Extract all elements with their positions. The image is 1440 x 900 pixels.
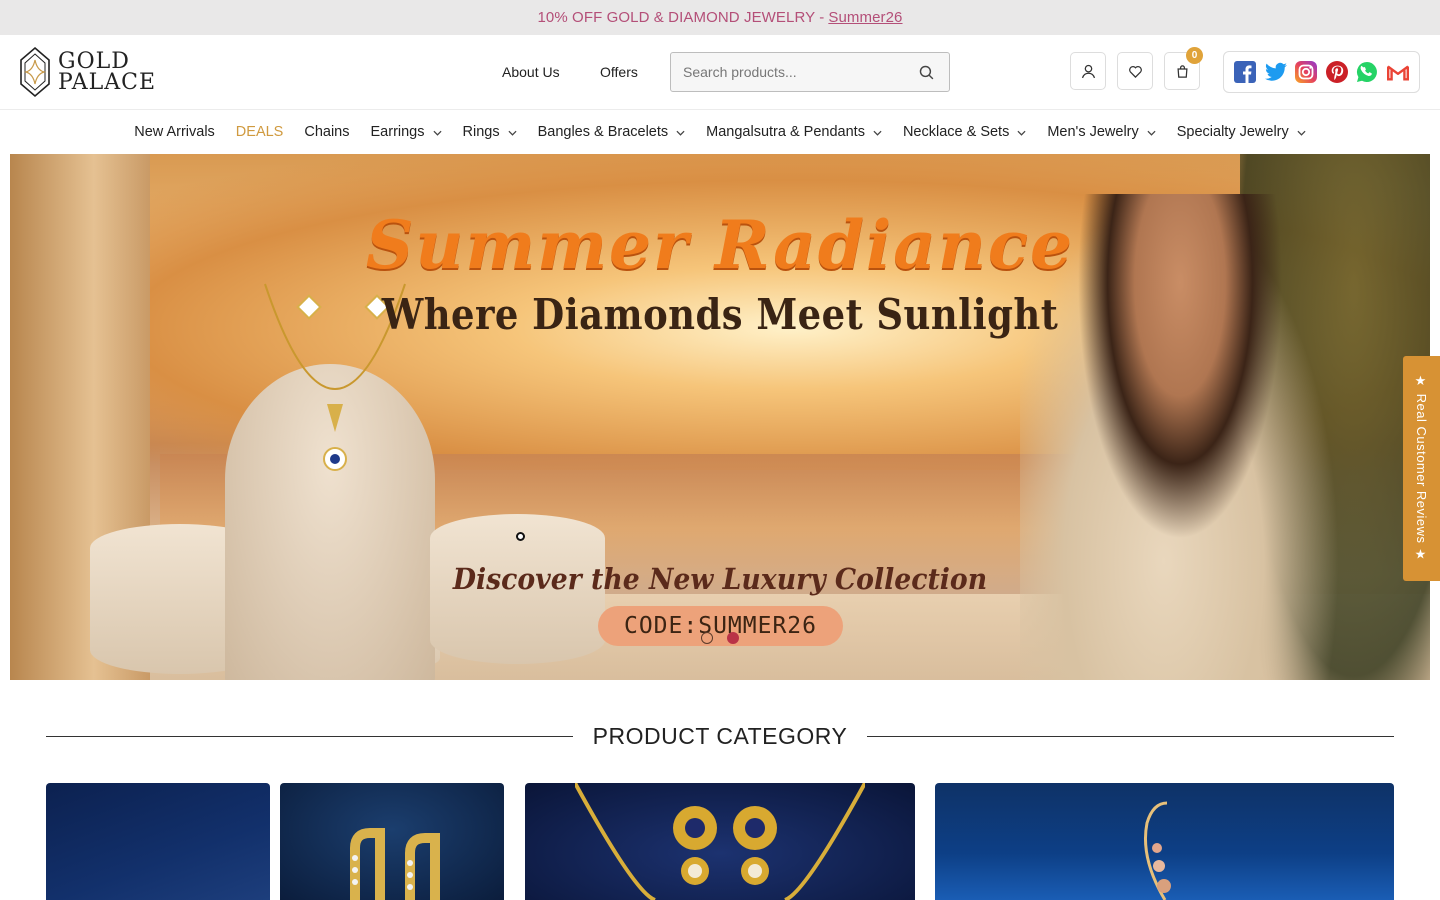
reviews-tab-label: ★ Real Customer Reviews ★	[1414, 373, 1429, 564]
bangle-image	[1143, 801, 1171, 900]
nav-rings[interactable]: Rings	[463, 124, 517, 140]
chevron-down-icon	[873, 130, 882, 136]
hero-tagline: Discover the New Luxury Collection	[452, 562, 988, 596]
promo-code-link[interactable]: Summer26	[828, 9, 902, 26]
search-button[interactable]	[903, 53, 949, 91]
hero-subtitle: Where Diamonds Meet Sunlight	[381, 290, 1059, 339]
chevron-down-icon	[508, 130, 517, 136]
chevron-down-icon	[432, 130, 442, 136]
user-icon	[1081, 64, 1095, 78]
chevron-down-icon	[1297, 130, 1306, 136]
twitter-icon[interactable]	[1264, 61, 1287, 83]
nav-new-arrivals[interactable]: New Arrivals	[134, 124, 215, 140]
hero-banner[interactable]: Summer Radiance Where Diamonds Meet Sunl…	[10, 154, 1430, 680]
wishlist-button[interactable]	[1117, 52, 1153, 90]
nav-bangles-bracelets[interactable]: Bangles & Bracelets	[538, 124, 686, 140]
cursor-indicator	[516, 532, 525, 541]
nav-earrings[interactable]: Earrings	[371, 124, 442, 140]
hero-title: Summer Radiance	[365, 206, 1075, 284]
gmail-icon[interactable]	[1386, 61, 1409, 83]
carousel-dot-2[interactable]	[727, 632, 739, 644]
search-box	[670, 52, 950, 92]
category-card[interactable]	[280, 783, 504, 900]
facebook-icon[interactable]	[1234, 61, 1257, 83]
category-card[interactable]	[525, 783, 915, 900]
main-navigation: New Arrivals DEALS Chains Earrings Rings…	[0, 110, 1440, 154]
social-links	[1223, 51, 1420, 93]
search-icon	[919, 65, 933, 79]
nav-specialty-jewelry[interactable]: Specialty Jewelry	[1177, 124, 1306, 140]
customer-reviews-tab[interactable]: ★ Real Customer Reviews ★	[1403, 356, 1440, 581]
chevron-down-icon	[676, 130, 685, 136]
nav-chains[interactable]: Chains	[304, 124, 349, 140]
product-category-heading: PRODUCT CATEGORY	[46, 720, 1394, 752]
cart-count-badge: 0	[1186, 47, 1203, 64]
heart-icon	[1128, 65, 1142, 78]
cart-icon	[1176, 64, 1188, 78]
logo-text: GOLD PALACE	[58, 49, 157, 95]
hoop-earrings-image	[350, 828, 440, 900]
pinterest-icon[interactable]	[1325, 61, 1348, 83]
promo-bar: 10% OFF GOLD & DIAMOND JEWELRY - Summer2…	[0, 0, 1440, 35]
about-us-link[interactable]: About Us	[502, 64, 560, 80]
nav-necklace-sets[interactable]: Necklace & Sets	[903, 124, 1026, 140]
category-card[interactable]	[935, 783, 1394, 900]
nav-deals[interactable]: DEALS	[236, 124, 284, 140]
chevron-down-icon	[1017, 130, 1026, 136]
necklace-set-image	[575, 783, 865, 900]
cart-button[interactable]: 0	[1164, 47, 1203, 90]
carousel-dot-1[interactable]	[701, 632, 713, 644]
hero-coupon-code: CODE:SUMMER26	[598, 606, 843, 646]
section-title: PRODUCT CATEGORY	[592, 722, 848, 749]
nav-mangalsutra-pendants[interactable]: Mangalsutra & Pendants	[706, 124, 882, 140]
search-input[interactable]	[671, 53, 903, 91]
promo-text: 10% OFF GOLD & DIAMOND JEWELRY -	[537, 9, 825, 26]
logo-emblem-icon	[20, 46, 50, 98]
chevron-down-icon	[1147, 130, 1156, 136]
header: GOLD PALACE About Us Offers 0	[0, 35, 1440, 110]
category-card[interactable]	[46, 783, 270, 900]
instagram-icon[interactable]	[1295, 61, 1318, 83]
account-button[interactable]	[1070, 52, 1106, 90]
divider-left	[46, 735, 573, 737]
offers-link[interactable]: Offers	[600, 64, 638, 80]
logo[interactable]: GOLD PALACE	[18, 46, 158, 98]
nav-mens-jewelry[interactable]: Men's Jewelry	[1047, 124, 1156, 140]
whatsapp-icon[interactable]	[1356, 61, 1378, 83]
divider-right	[867, 735, 1394, 737]
